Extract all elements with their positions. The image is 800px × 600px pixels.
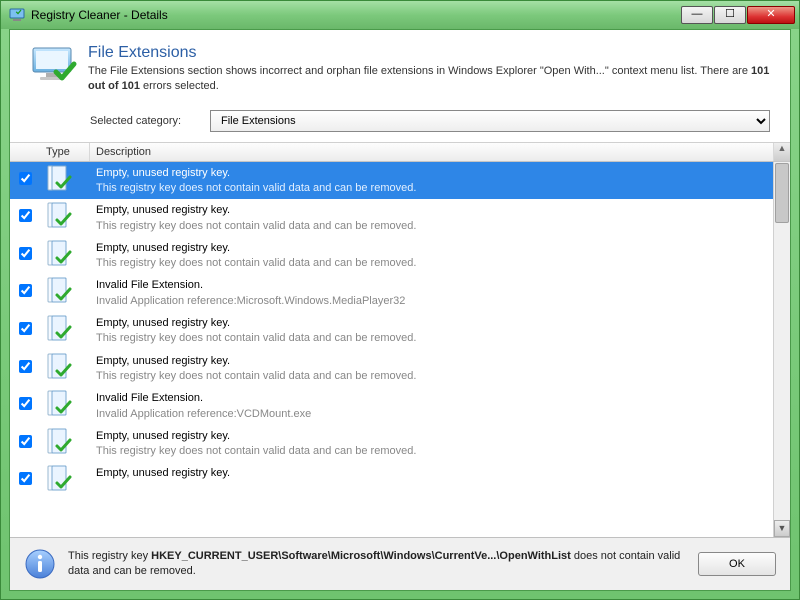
row-description: Empty, unused registry key. — [90, 464, 773, 483]
table-row[interactable]: Invalid File Extension. Invalid Applicati… — [10, 274, 773, 312]
row-checkbox[interactable] — [19, 472, 32, 485]
row-sub: This registry key does not contain valid… — [96, 331, 767, 345]
col-type[interactable]: Type — [40, 143, 90, 161]
table-row[interactable]: Empty, unused registry key.This registry… — [10, 350, 773, 388]
table-row[interactable]: Empty, unused registry key. — [10, 462, 773, 498]
row-checkbox[interactable] — [19, 284, 32, 297]
row-checkbox-cell — [10, 352, 40, 373]
file-check-icon — [40, 427, 90, 459]
row-title: Invalid File Extension. — [96, 391, 767, 405]
row-title: Empty, unused registry key. — [96, 466, 767, 480]
row-title: Empty, unused registry key. — [96, 316, 767, 330]
row-checkbox-cell — [10, 164, 40, 185]
footer-regkey: HKEY_CURRENT_USER\Software\Microsoft\Win… — [151, 550, 571, 562]
row-checkbox-cell — [10, 276, 40, 297]
row-checkbox-cell — [10, 389, 40, 410]
file-check-icon — [40, 276, 90, 308]
row-description: Empty, unused registry key.This registry… — [90, 164, 773, 198]
row-checkbox-cell — [10, 314, 40, 335]
app-icon — [9, 7, 25, 23]
row-sub: This registry key does not contain valid… — [96, 369, 767, 383]
row-checkbox[interactable] — [19, 322, 32, 335]
table-row[interactable]: Invalid File Extension. Invalid Applicati… — [10, 387, 773, 425]
row-checkbox[interactable] — [19, 360, 32, 373]
row-checkbox-cell — [10, 239, 40, 260]
table-row[interactable]: Empty, unused registry key. This registry… — [10, 199, 773, 237]
category-row: Selected category: File Extensions — [10, 104, 790, 143]
row-title: Empty, unused registry key. — [96, 166, 767, 180]
desc-part-c: errors selected. — [140, 80, 219, 92]
page-description: The File Extensions section shows incorr… — [88, 64, 770, 94]
row-checkbox[interactable] — [19, 247, 32, 260]
row-description: Empty, unused registry key.This registry… — [90, 314, 773, 348]
file-check-icon — [40, 314, 90, 346]
row-sub: Invalid Application reference:Microsoft.… — [96, 294, 767, 308]
file-check-icon — [40, 464, 90, 496]
row-checkbox[interactable] — [19, 172, 32, 185]
table-row[interactable]: Empty, unused registry key.This registry… — [10, 425, 773, 463]
row-title: Empty, unused registry key. — [96, 354, 767, 368]
file-check-icon — [40, 201, 90, 233]
window: Registry Cleaner - Details — ☐ ✕ File Ex… — [0, 0, 800, 600]
row-title: Empty, unused registry key. — [96, 429, 767, 443]
row-title: Empty, unused registry key. — [96, 241, 767, 255]
row-sub: This registry key does not contain valid… — [96, 219, 767, 233]
col-checkbox — [10, 143, 40, 161]
row-sub: Invalid Application reference:VCDMount.e… — [96, 407, 767, 421]
header-panel: File Extensions The File Extensions sect… — [10, 30, 790, 104]
header-text: File Extensions The File Extensions sect… — [88, 44, 770, 94]
file-check-icon — [40, 164, 90, 196]
ok-button[interactable]: OK — [698, 552, 776, 576]
table-row[interactable]: Empty, unused registry key.This registry… — [10, 312, 773, 350]
column-headers: Type Description ▲ — [10, 143, 790, 162]
row-description: Invalid File Extension. Invalid Applicati… — [90, 276, 773, 310]
table-row[interactable]: Empty, unused registry key.This registry… — [10, 162, 773, 200]
col-description[interactable]: Description — [90, 143, 773, 161]
row-description: Empty, unused registry key.This registry… — [90, 239, 773, 273]
row-checkbox-cell — [10, 464, 40, 485]
scroll-track[interactable] — [774, 224, 790, 520]
row-checkbox-cell — [10, 427, 40, 448]
monitor-check-icon — [30, 44, 78, 88]
file-check-icon — [40, 352, 90, 384]
table-row[interactable]: Empty, unused registry key.This registry… — [10, 237, 773, 275]
row-description: Empty, unused registry key.This registry… — [90, 352, 773, 386]
titlebar[interactable]: Registry Cleaner - Details — ☐ ✕ — [1, 1, 799, 29]
scroll-up-button[interactable]: ▲ — [773, 143, 790, 161]
category-select[interactable]: File Extensions — [210, 110, 770, 132]
footer-panel: This registry key HKEY_CURRENT_USER\Soft… — [10, 537, 790, 590]
file-check-icon — [40, 389, 90, 421]
client-area: File Extensions The File Extensions sect… — [9, 29, 791, 591]
row-title: Invalid File Extension. — [96, 278, 767, 292]
info-icon — [24, 548, 56, 580]
row-checkbox[interactable] — [19, 397, 32, 410]
row-sub: This registry key does not contain valid… — [96, 181, 767, 195]
minimize-button[interactable]: — — [681, 6, 713, 24]
scroll-down-button[interactable]: ▼ — [774, 520, 790, 537]
window-controls: — ☐ ✕ — [680, 6, 795, 24]
row-sub: This registry key does not contain valid… — [96, 256, 767, 270]
footer-pre: This registry key — [68, 550, 151, 562]
row-checkbox[interactable] — [19, 435, 32, 448]
file-check-icon — [40, 239, 90, 271]
desc-part-a: The File Extensions section shows incorr… — [88, 65, 751, 77]
error-list[interactable]: Empty, unused registry key.This registry… — [10, 162, 773, 537]
footer-text: This registry key HKEY_CURRENT_USER\Soft… — [68, 549, 686, 579]
category-label: Selected category: — [90, 115, 210, 127]
window-title: Registry Cleaner - Details — [31, 8, 680, 22]
row-description: Invalid File Extension. Invalid Applicati… — [90, 389, 773, 423]
row-title: Empty, unused registry key. — [96, 203, 767, 217]
scrollbar[interactable]: ▼ — [773, 162, 790, 537]
row-description: Empty, unused registry key. This registry… — [90, 201, 773, 235]
list-wrap: Empty, unused registry key.This registry… — [10, 162, 790, 537]
row-sub: This registry key does not contain valid… — [96, 444, 767, 458]
page-title: File Extensions — [88, 44, 770, 62]
row-description: Empty, unused registry key.This registry… — [90, 427, 773, 461]
maximize-button[interactable]: ☐ — [714, 6, 746, 24]
close-button[interactable]: ✕ — [747, 6, 795, 24]
row-checkbox[interactable] — [19, 209, 32, 222]
row-checkbox-cell — [10, 201, 40, 222]
scroll-thumb[interactable] — [775, 163, 789, 223]
